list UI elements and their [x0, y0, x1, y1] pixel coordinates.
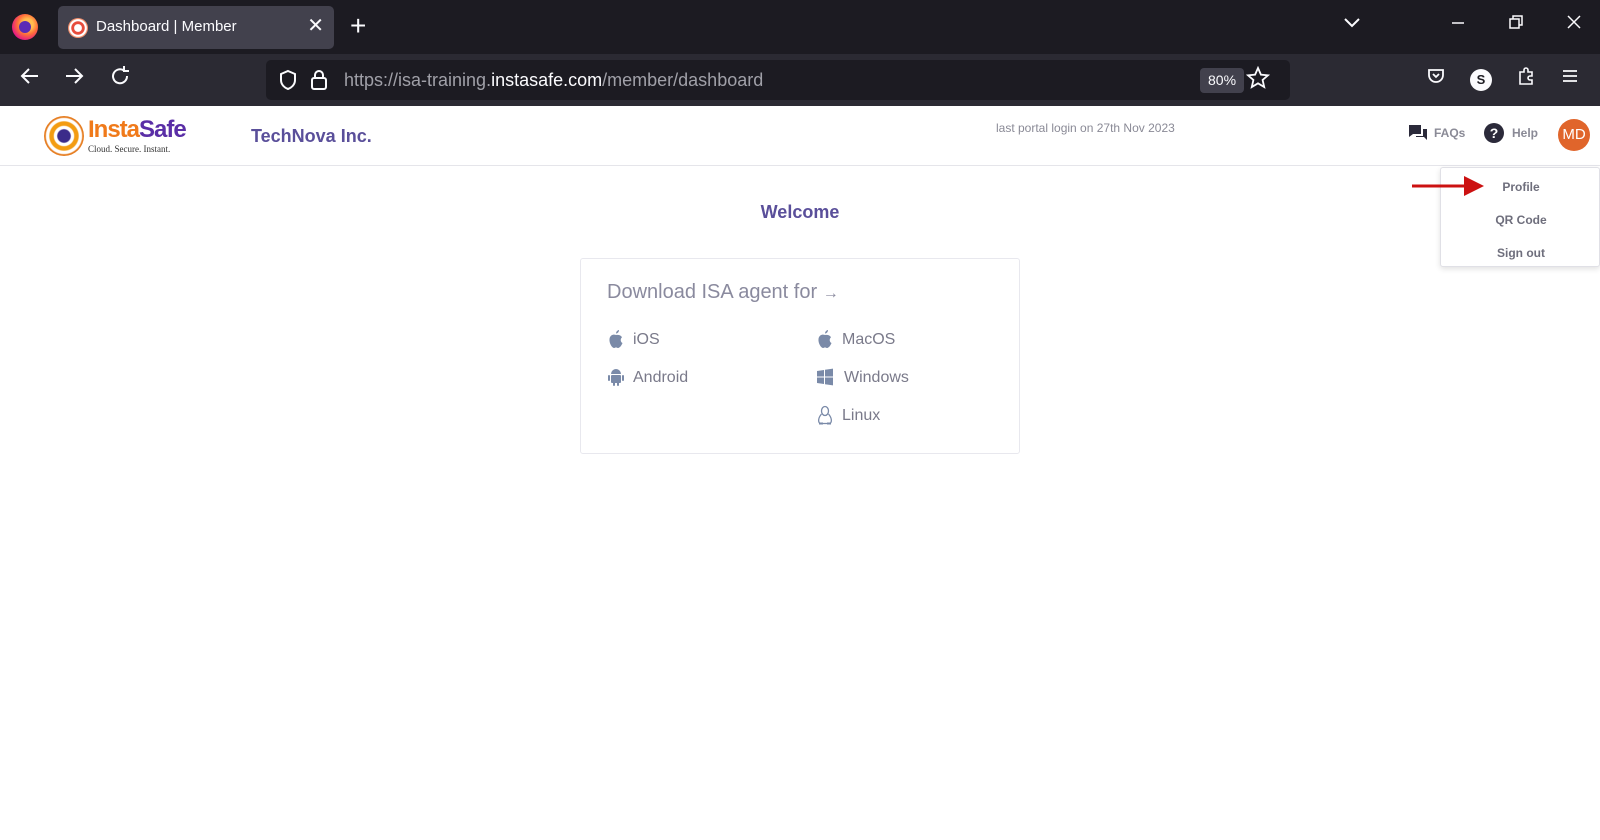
minimize-window-icon[interactable]: [1442, 10, 1474, 42]
url-path: /member/dashboard: [602, 70, 764, 90]
faqs-link[interactable]: FAQs: [1434, 126, 1465, 140]
last-login-text: last portal login on 27th Nov 2023: [996, 121, 1175, 135]
windows-icon: [817, 368, 833, 386]
site-header: InstaSafe Cloud. Secure. Instant. TechNo…: [0, 106, 1600, 166]
instasafe-logo[interactable]: InstaSafe Cloud. Secure. Instant.: [44, 114, 187, 158]
apple-icon: [609, 330, 623, 348]
url-prefix: https://isa-training.: [344, 70, 492, 90]
welcome-heading: Welcome: [760, 202, 840, 222]
tracking-protection-shield-icon[interactable]: [278, 69, 298, 91]
help-link[interactable]: Help: [1512, 126, 1538, 140]
company-name: TechNova Inc.: [251, 126, 372, 146]
tab-title: Dashboard | Member: [96, 18, 237, 35]
forward-arrow-icon[interactable]: [58, 64, 90, 96]
new-tab-button[interactable]: +: [350, 12, 366, 40]
extensions-puzzle-icon[interactable]: [1510, 64, 1542, 96]
instasafe-logo-mark-icon: [44, 116, 84, 156]
dropdown-item-sign-out[interactable]: Sign out: [1441, 246, 1600, 260]
account-avatar[interactable]: S: [1470, 69, 1492, 91]
tab-close-icon[interactable]: ✕: [307, 15, 324, 37]
download-title: Download ISA agent for →: [607, 281, 839, 303]
zoom-level-badge[interactable]: 80%: [1200, 68, 1245, 93]
reload-icon[interactable]: [104, 64, 136, 96]
firefox-logo-icon[interactable]: [12, 14, 38, 40]
download-agent-card: Download ISA agent for → iOS MacOS Andro…: [580, 258, 1020, 454]
linux-tux-icon: [818, 405, 832, 425]
os-label: MacOS: [842, 331, 896, 348]
restore-window-icon[interactable]: [1500, 10, 1532, 42]
logo-tagline: Cloud. Secure. Instant.: [88, 144, 171, 154]
os-label: iOS: [633, 331, 660, 348]
lock-icon[interactable]: [310, 69, 328, 91]
url-bar[interactable]: https://isa-training.instasafe.com/membe…: [266, 60, 1290, 100]
help-question-icon[interactable]: ?: [1484, 123, 1504, 143]
close-window-icon[interactable]: [1558, 10, 1590, 42]
android-icon: [608, 369, 624, 386]
url-host: instasafe.com: [491, 70, 603, 90]
url-text[interactable]: https://isa-training.instasafe.com/membe…: [344, 70, 763, 91]
chat-bubbles-icon[interactable]: [1408, 124, 1428, 142]
browser-tab-bar: Dashboard | Member ✕ +: [0, 0, 1600, 54]
instasafe-favicon-icon: [68, 18, 88, 38]
red-pointer-arrow-icon: [1412, 176, 1484, 196]
user-avatar[interactable]: MD: [1558, 119, 1590, 151]
back-arrow-icon[interactable]: [14, 64, 46, 96]
bookmark-star-icon[interactable]: [1245, 65, 1271, 97]
browser-tab-dashboard[interactable]: Dashboard | Member ✕: [58, 6, 334, 49]
list-all-tabs-icon[interactable]: [1336, 10, 1368, 42]
hamburger-menu-icon[interactable]: [1554, 64, 1586, 96]
apple-icon: [818, 330, 832, 348]
os-label: Windows: [844, 369, 909, 386]
logo-wordmark: InstaSafe: [88, 116, 187, 143]
pocket-icon[interactable]: [1420, 64, 1452, 96]
os-label: Android: [633, 369, 689, 386]
os-label: Linux: [842, 407, 881, 424]
browser-nav-bar: https://isa-training.instasafe.com/membe…: [0, 54, 1600, 106]
page-content: InstaSafe Cloud. Secure. Instant. TechNo…: [0, 106, 1600, 840]
right-arrow-icon: →: [822, 285, 839, 302]
